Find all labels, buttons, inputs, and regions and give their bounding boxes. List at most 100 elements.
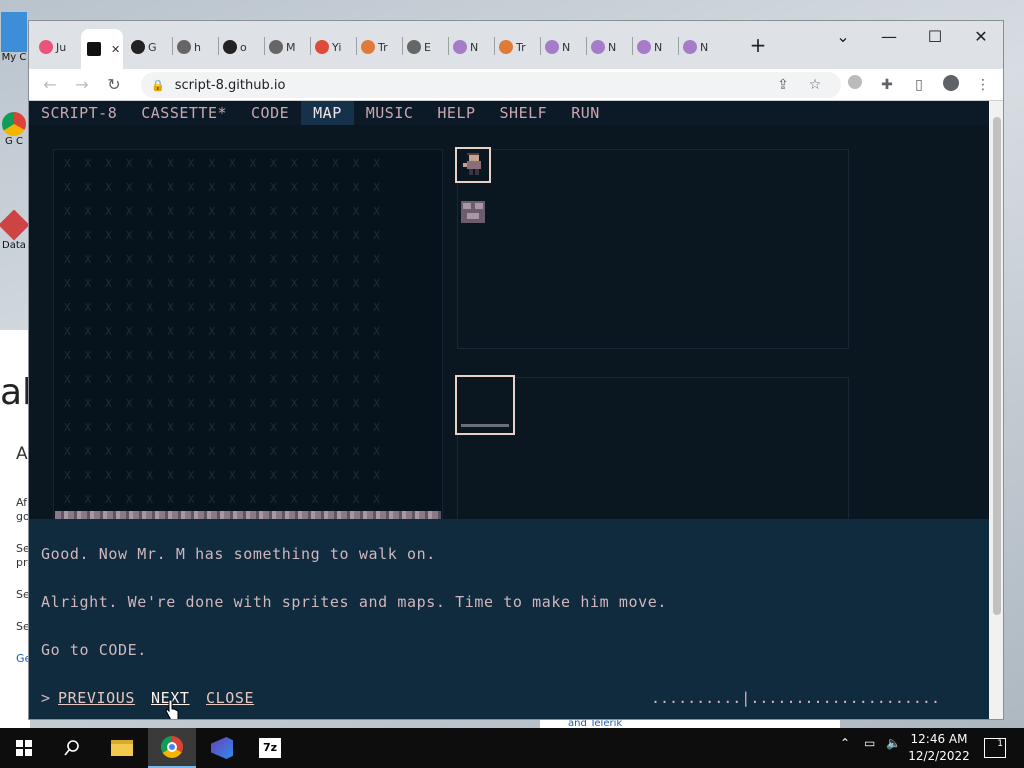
- tab-1[interactable]: ✕: [81, 29, 123, 69]
- prompt-caret: >: [41, 689, 51, 707]
- 7zip-taskbar-button[interactable]: 7z: [246, 728, 294, 768]
- search-button[interactable]: [48, 728, 96, 768]
- tab-6[interactable]: Yi: [315, 36, 341, 58]
- tab-13[interactable]: N: [637, 36, 662, 58]
- sprite-palette: [457, 149, 849, 349]
- volume-icon[interactable]: 🔈: [886, 736, 901, 750]
- selected-sprite[interactable]: [455, 147, 491, 183]
- tab-11[interactable]: N: [545, 36, 570, 58]
- tab-separator: [264, 37, 265, 55]
- lock-icon: 🔒: [151, 78, 165, 92]
- profile-icon[interactable]: [941, 75, 961, 95]
- tab-strip: ⌄ — ☐ ✕ + Ju ✕ Gh o M Yi Tr E N Tr N N N N: [29, 21, 1003, 69]
- tile-preview-line: [461, 424, 509, 427]
- network-icon[interactable]: ▭: [864, 736, 875, 750]
- tab-5[interactable]: M: [269, 36, 296, 58]
- tab-8[interactable]: E: [407, 36, 431, 58]
- minimize-icon[interactable]: —: [875, 27, 903, 47]
- scrollbar-thumb[interactable]: [993, 117, 1001, 615]
- tab-separator: [218, 37, 219, 55]
- puzzle-icon[interactable]: ✚: [877, 75, 897, 95]
- menu-item-shelf[interactable]: SHELF: [488, 101, 560, 125]
- selected-tile-preview[interactable]: [455, 375, 515, 435]
- tab-4[interactable]: o: [223, 36, 247, 58]
- forward-icon[interactable]: →: [71, 74, 93, 96]
- tab-label: N: [470, 40, 479, 54]
- share-icon[interactable]: ⇪: [773, 75, 793, 95]
- tab-9[interactable]: N: [453, 36, 478, 58]
- tab-12[interactable]: N: [591, 36, 616, 58]
- menu-item-map[interactable]: MAP: [301, 101, 354, 125]
- reload-icon[interactable]: ↻: [103, 74, 125, 96]
- time-text: 12:46 AM: [910, 732, 968, 746]
- cat-icon: [637, 40, 651, 54]
- tab-0[interactable]: Ju: [39, 36, 66, 58]
- menu-item-code[interactable]: CODE: [239, 101, 301, 125]
- menu-dots-icon[interactable]: ⋮: [973, 75, 993, 95]
- close-tab-icon[interactable]: ✕: [111, 43, 120, 56]
- rainbow-icon: [361, 40, 375, 54]
- cat-icon: [591, 40, 605, 54]
- start-button[interactable]: [0, 728, 48, 768]
- new-tab-icon[interactable]: +: [744, 35, 772, 55]
- tab-10[interactable]: Tr: [499, 36, 526, 58]
- menu-item-music[interactable]: MUSIC: [354, 101, 426, 125]
- tab-separator: [678, 37, 679, 55]
- desktop-icon-chrome[interactable]: G C: [0, 112, 28, 182]
- tab-label: Tr: [516, 40, 526, 54]
- clock[interactable]: 12:46 AM 12/2/2022: [906, 731, 972, 765]
- map-grid[interactable]: XXXXXXXXXXXXXXXX XXXXXXXXXXXXXXXX XXXXXX…: [53, 149, 443, 521]
- page-scrollbar[interactable]: [989, 101, 1003, 719]
- background-text: Af: [16, 496, 28, 509]
- bookmark-star-icon[interactable]: ☆: [805, 75, 825, 95]
- notification-icon[interactable]: 1: [984, 738, 1006, 758]
- tab-separator: [448, 37, 449, 55]
- cat-icon: [453, 40, 467, 54]
- tutorial-progress: ..........|.....................: [651, 689, 940, 707]
- previous-button[interactable]: PREVIOUS: [58, 689, 135, 707]
- script8-app: SCRIPT-8 CASSETTE* CODE MAP MUSIC HELP SHELF RU…: [29, 101, 989, 719]
- date-text: 12/2/2022: [908, 749, 970, 763]
- cat-icon: [683, 40, 697, 54]
- tab-label: Yi: [332, 40, 342, 54]
- chevron-up-icon[interactable]: ⌃: [840, 736, 850, 750]
- maximize-icon[interactable]: ☐: [921, 27, 949, 47]
- brick-tile-icon: [461, 201, 485, 223]
- desktop-icon-data[interactable]: Data: [0, 210, 28, 270]
- menu-item-cassette[interactable]: CASSETTE*: [129, 101, 239, 125]
- tab-separator: [310, 37, 311, 55]
- extension-icon[interactable]: [845, 75, 865, 95]
- tab-3[interactable]: h: [177, 36, 201, 58]
- menu-item-help[interactable]: HELP: [425, 101, 487, 125]
- search-icon: [64, 740, 79, 756]
- tab-search-icon[interactable]: ⌄: [829, 27, 857, 47]
- side-panel-icon[interactable]: ▯: [909, 75, 929, 95]
- globe-icon: [407, 40, 421, 54]
- url-field[interactable]: 🔒 script-8.github.io: [141, 72, 841, 98]
- tab-2[interactable]: G: [131, 36, 157, 58]
- close-window-icon[interactable]: ✕: [967, 27, 995, 47]
- tab-label: o: [240, 40, 247, 54]
- file-explorer-button[interactable]: [98, 728, 146, 768]
- ground-sprite[interactable]: [461, 201, 485, 223]
- cat-icon: [545, 40, 559, 54]
- background-text: A: [16, 444, 28, 464]
- vs-taskbar-button[interactable]: [198, 728, 246, 768]
- tab-7[interactable]: Tr: [361, 36, 388, 58]
- tab-separator: [540, 37, 541, 55]
- tab-label: N: [654, 40, 663, 54]
- tab-14[interactable]: N: [683, 36, 708, 58]
- tab-label: N: [608, 40, 617, 54]
- back-icon[interactable]: ←: [39, 74, 61, 96]
- tab-label: M: [286, 40, 296, 54]
- desktop-icon-my-computer[interactable]: My C: [0, 12, 28, 74]
- chrome-taskbar-button[interactable]: [148, 728, 196, 768]
- player-sprite-icon: [463, 153, 481, 175]
- rainbow-icon: [499, 40, 513, 54]
- tab-label: Tr: [378, 40, 388, 54]
- menu-item-run[interactable]: RUN: [559, 101, 612, 125]
- address-bar: ← → ↻ 🔒 script-8.github.io ⇪ ☆ ✚ ▯ ⋮: [29, 69, 1003, 101]
- tab-separator: [402, 37, 403, 55]
- close-button[interactable]: CLOSE: [206, 689, 254, 707]
- menu-item-script-8[interactable]: SCRIPT-8: [29, 101, 129, 125]
